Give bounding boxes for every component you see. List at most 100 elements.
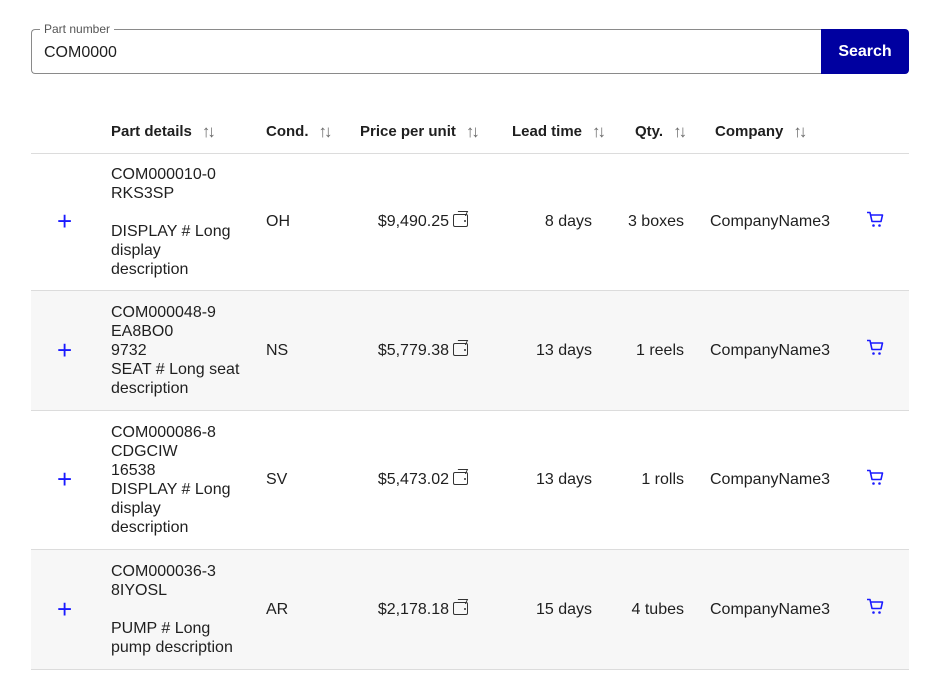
cart-cell: [831, 153, 909, 290]
table-header-row: Part details ↑↓ Cond. ↑↓ Price per unit ↑↓ …: [31, 110, 909, 154]
lead-time: 15 days: [535, 600, 592, 618]
sort-icon[interactable]: ↑↓: [793, 122, 807, 142]
part-detail-line: [111, 600, 266, 619]
part-details-cell: COM000036-3 8IYOSL PUMP # Long pump descrip…: [111, 549, 266, 669]
company-cell: CompanyName3: [686, 290, 831, 410]
cart-icon[interactable]: [866, 598, 884, 620]
cart-cell: [831, 549, 909, 669]
lead-time-cell: 13 days: [486, 410, 606, 549]
header-actions: [831, 110, 909, 154]
cart-cell: [831, 410, 909, 549]
search-bar: Part number Search: [31, 22, 909, 74]
qty-cell: 4 tubes: [606, 549, 686, 669]
qty-cell: 1 reels: [606, 290, 686, 410]
part-detail-line: PUMP # Long: [111, 619, 211, 637]
part-detail-line: EA8BO0: [111, 322, 174, 340]
part-detail-line: COM000036-3: [111, 562, 216, 580]
part-detail-line: CDGCIW: [111, 442, 178, 460]
part-detail-line: SEAT # Long seat: [111, 360, 240, 378]
part-number-label: Part number: [40, 22, 115, 36]
sort-icon[interactable]: ↑↓: [466, 122, 480, 142]
condition-cell: OH: [266, 153, 360, 290]
quantity: 1 reels: [635, 341, 684, 359]
part-detail-line: description: [111, 260, 189, 278]
price: $9,490.25: [377, 213, 449, 230]
part-detail-line: description: [111, 518, 189, 536]
results-table: Part details ↑↓ Cond. ↑↓ Price per unit ↑↓ …: [31, 110, 909, 670]
sort-icon[interactable]: ↑↓: [673, 122, 687, 142]
cart-icon[interactable]: [866, 211, 884, 233]
table-row: + COM000086-8 CDGCIW 16538 DISPLAY # Long di…: [31, 410, 909, 549]
company-cell: CompanyName3: [686, 153, 831, 290]
part-number-input[interactable]: [32, 30, 821, 73]
part-detail-line: DISPLAY # Long: [111, 222, 231, 240]
part-detail-line: [111, 203, 266, 222]
plus-icon[interactable]: +: [31, 337, 72, 363]
part-detail-line: 8IYOSL: [111, 581, 168, 599]
part-details-cell: COM000048-9 EA8BO0 9732 SEAT # Long seat des…: [111, 290, 266, 410]
part-detail-line: COM000048-9: [111, 303, 216, 321]
part-detail-line: display: [111, 499, 161, 517]
lead-time-cell: 13 days: [486, 290, 606, 410]
expand-cell: +: [31, 549, 111, 669]
header-part-details[interactable]: Part details ↑↓: [111, 110, 266, 154]
header-qty[interactable]: Qty. ↑↓: [606, 110, 687, 154]
qty-cell: 3 boxes: [606, 153, 686, 290]
condition: NS: [266, 341, 289, 359]
plus-icon[interactable]: +: [31, 466, 72, 492]
quantity: 3 boxes: [627, 213, 684, 230]
price-cell: $5,473.02: [360, 410, 486, 549]
cart-icon[interactable]: [866, 339, 884, 361]
price: $5,473.02: [377, 471, 449, 488]
part-detail-line: COM000010-0: [111, 165, 216, 183]
expand-cell: +: [31, 410, 111, 549]
sort-icon[interactable]: ↑↓: [319, 122, 333, 142]
search-button[interactable]: Search: [821, 29, 909, 74]
price-cell: $9,490.25: [360, 153, 486, 290]
condition-cell: SV: [266, 410, 360, 549]
qty-cell: 1 rolls: [606, 410, 686, 549]
sort-icon[interactable]: ↑↓: [202, 122, 216, 142]
company-cell: CompanyName3: [686, 549, 831, 669]
part-detail-line: DISPLAY # Long: [111, 480, 231, 498]
wallet-icon[interactable]: [453, 342, 468, 356]
table-row: + COM000036-3 8IYOSL PUMP # Long pump descr…: [31, 549, 909, 669]
table-row: + COM000048-9 EA8BO0 9732 SEAT # Long seat d…: [31, 290, 909, 410]
company-cell: CompanyName3: [686, 410, 831, 549]
company: CompanyName3: [710, 471, 831, 488]
wallet-icon[interactable]: [453, 214, 468, 227]
expand-cell: +: [31, 290, 111, 410]
part-detail-line: RKS3SP: [111, 184, 175, 202]
header-lead-time[interactable]: Lead time ↑↓: [486, 110, 606, 154]
wallet-icon[interactable]: [453, 601, 468, 615]
header-price[interactable]: Price per unit ↑↓: [360, 110, 486, 154]
condition: SV: [266, 471, 288, 488]
company: CompanyName3: [710, 600, 831, 618]
lead-time-cell: 15 days: [486, 549, 606, 669]
cart-cell: [831, 290, 909, 410]
price: $5,779.38: [377, 341, 449, 359]
part-detail-line: display: [111, 241, 161, 259]
condition-cell: AR: [266, 549, 360, 669]
table-row: + COM000010-0 RKS3SP DISPLAY # Long display…: [31, 153, 909, 290]
cart-icon[interactable]: [866, 469, 884, 491]
expand-cell: +: [31, 153, 111, 290]
price-cell: $2,178.18: [360, 549, 486, 669]
lead-time-cell: 8 days: [486, 153, 606, 290]
lead-time: 8 days: [544, 213, 592, 230]
header-condition[interactable]: Cond. ↑↓: [266, 110, 360, 154]
lead-time: 13 days: [535, 471, 592, 488]
plus-icon[interactable]: +: [31, 208, 72, 234]
part-number-field[interactable]: Part number: [31, 22, 821, 74]
sort-icon[interactable]: ↑↓: [592, 122, 606, 142]
condition-cell: NS: [266, 290, 360, 410]
plus-icon[interactable]: +: [31, 596, 72, 622]
wallet-icon[interactable]: [453, 472, 468, 485]
condition: OH: [266, 213, 290, 230]
lead-time: 13 days: [535, 341, 592, 359]
quantity: 4 tubes: [631, 600, 684, 618]
part-detail-line: COM000086-8: [111, 423, 216, 441]
part-detail-line: 9732: [111, 341, 147, 359]
header-company[interactable]: Company ↑↓: [686, 110, 831, 154]
condition: AR: [266, 600, 289, 618]
